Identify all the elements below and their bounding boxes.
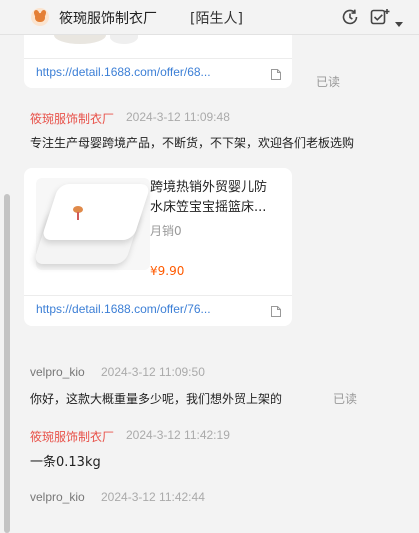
product-link[interactable]: https://detail.1688.com/offer/76...	[36, 302, 211, 316]
message-time: 2024-3-12 11:09:50	[101, 365, 205, 379]
stranger-tag: [陌生人]	[190, 11, 243, 27]
product-sales: 月销0	[150, 224, 182, 238]
product-price: ¥9.90	[150, 264, 185, 278]
product-title-line: 水床笠宝宝摇篮床...	[150, 200, 267, 215]
product-image[interactable]	[32, 178, 152, 270]
chat-title: 筱琬服饰制衣厂	[59, 11, 157, 27]
message-text: 你好，这款大概重量多少呢，我们想外贸上架的	[30, 392, 283, 406]
document-icon	[270, 66, 282, 85]
message-sender: velpro_kio	[30, 365, 85, 379]
product-card-2[interactable]: 跨境热销外贸婴儿防 水床笠宝宝摇篮床... 月销0 ¥9.90 https://…	[24, 168, 292, 326]
message-time: 2024-3-12 11:42:19	[126, 428, 230, 442]
shop-avatar[interactable]	[31, 8, 49, 26]
product-title[interactable]: 跨境热销外贸婴儿防 水床笠宝宝摇篮床...	[150, 178, 282, 218]
refresh-clock-icon[interactable]	[340, 7, 360, 31]
chat-header: 筱琬服饰制衣厂 [陌生人]	[0, 0, 419, 35]
card-link-row[interactable]: https://detail.1688.com/offer/76...	[24, 295, 292, 326]
read-status: 已读	[316, 75, 341, 89]
dropdown-arrow-icon[interactable]	[395, 13, 403, 32]
message-sender: 筱琬服饰制衣厂	[30, 430, 115, 444]
message-sender: 筱琬服饰制衣厂	[30, 112, 115, 126]
message-time: 2024-3-12 11:09:48	[126, 110, 230, 124]
message-sender: velpro_kio	[30, 490, 85, 504]
chat-scrollbar[interactable]	[0, 34, 12, 533]
read-status: 已读	[333, 392, 358, 406]
pillow-shape	[40, 184, 152, 240]
product-title-line: 跨境热销外贸婴儿防	[150, 180, 268, 195]
product-link[interactable]: https://detail.1688.com/offer/68...	[36, 65, 211, 79]
message-text: 专注生产母婴跨境产品，不断货，不下架，欢迎各们老板选购	[30, 136, 355, 150]
message-time: 2024-3-12 11:42:44	[101, 490, 205, 504]
document-icon	[270, 303, 282, 322]
scroll-thumb[interactable]	[4, 194, 10, 533]
card-link-row[interactable]: https://detail.1688.com/offer/68...	[24, 58, 292, 88]
checkbox-plus-icon[interactable]	[369, 7, 391, 31]
message-text: 一条0.13kg	[30, 455, 101, 470]
avatar-face	[35, 13, 45, 22]
bear-logo-icon	[77, 212, 79, 220]
